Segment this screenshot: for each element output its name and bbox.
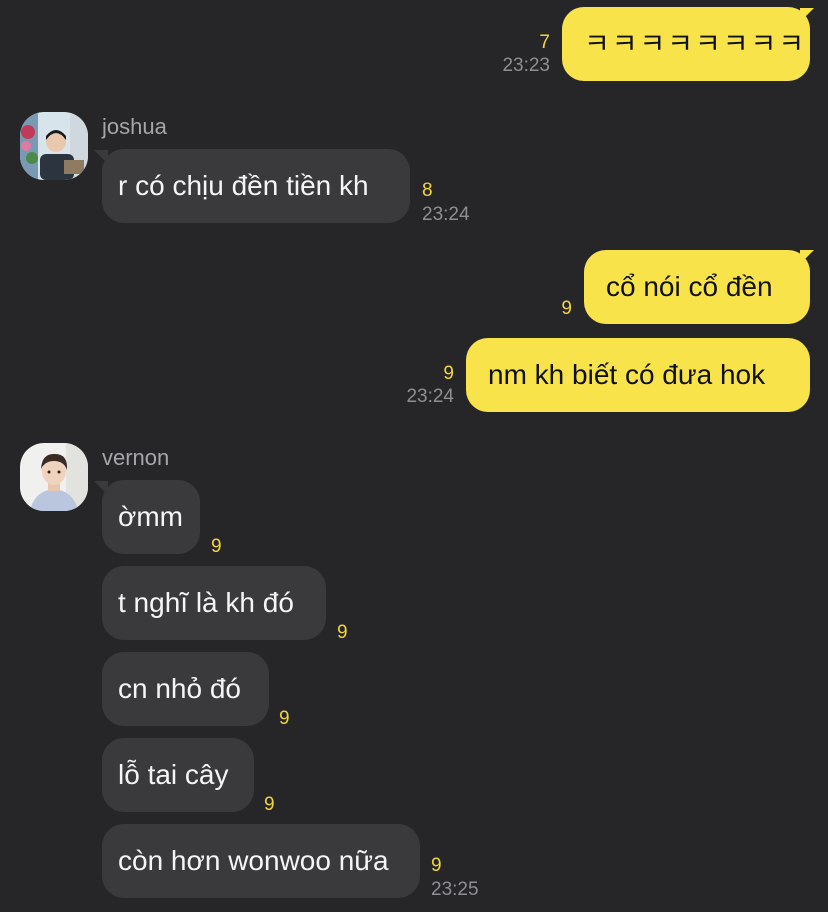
- message-bubble[interactable]: còn hơn wonwoo nữa: [102, 824, 420, 898]
- unread-count: 9: [443, 363, 454, 384]
- profile-photo-icon: [20, 112, 88, 180]
- message-bubble[interactable]: cổ nói cổ đền: [584, 250, 810, 324]
- sender-name: joshua: [102, 114, 167, 139]
- unread-count: 9: [279, 708, 290, 729]
- unread-count: 9: [264, 794, 275, 815]
- unread-count: 8: [422, 180, 433, 201]
- message-bubble[interactable]: lỗ tai cây: [102, 738, 254, 812]
- unread-count: 9: [211, 536, 222, 557]
- unread-count: 7: [539, 32, 550, 53]
- message-timestamp: 23:25: [431, 879, 479, 900]
- message-timestamp: 23:24: [422, 204, 470, 225]
- profile-photo-icon: [20, 443, 88, 511]
- message-bubble[interactable]: cn nhỏ đó: [102, 652, 269, 726]
- message-timestamp: 23:23: [502, 55, 550, 76]
- sender-name: vernon: [102, 445, 170, 470]
- unread-count: 9: [561, 298, 572, 319]
- avatar-joshua[interactable]: [20, 112, 88, 180]
- avatar-vernon[interactable]: [20, 443, 88, 511]
- message-timestamp: 23:24: [406, 386, 454, 407]
- message-bubble[interactable]: nm kh biết có đưa hok: [466, 338, 810, 412]
- unread-count: 9: [431, 855, 442, 876]
- chat-screen: ㅋㅋㅋㅋㅋㅋㅋㅋ 7 23:23 joshua r có chịu đền ti…: [0, 0, 828, 912]
- message-bubble[interactable]: ờmm: [102, 480, 200, 554]
- message-bubble[interactable]: ㅋㅋㅋㅋㅋㅋㅋㅋ: [562, 7, 810, 81]
- message-bubble[interactable]: r có chịu đền tiền kh: [102, 149, 410, 223]
- message-bubble[interactable]: t nghĩ là kh đó: [102, 566, 326, 640]
- unread-count: 9: [337, 622, 348, 643]
